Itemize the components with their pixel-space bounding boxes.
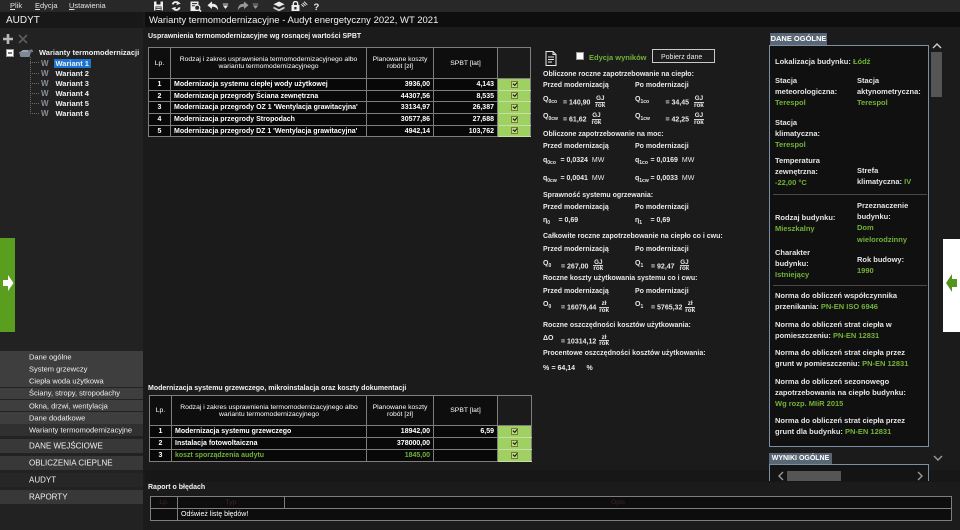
svg-text:?: ? [314,2,320,12]
